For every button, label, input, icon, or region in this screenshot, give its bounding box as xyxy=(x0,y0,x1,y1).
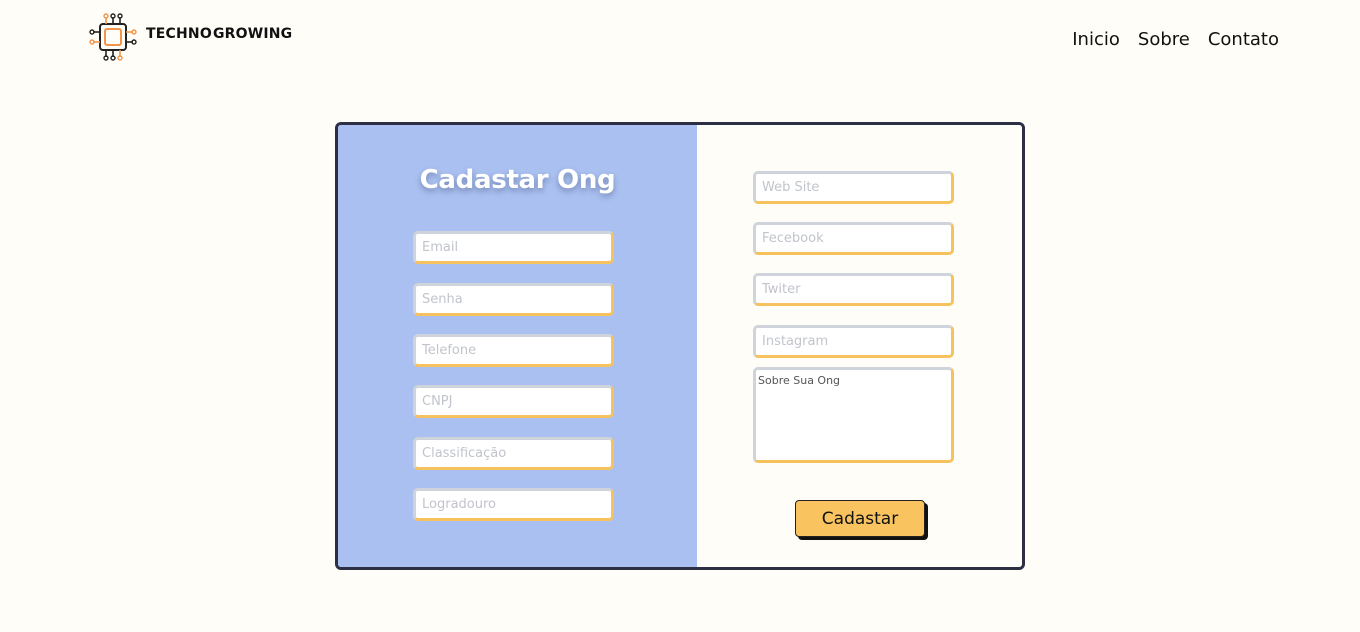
nav-link-contato[interactable]: Contato xyxy=(1208,29,1279,50)
brand-name-part2: GROWING xyxy=(212,26,293,42)
classification-field[interactable] xyxy=(413,437,614,470)
cnpj-field[interactable] xyxy=(413,385,614,418)
brand-name-part1: TECHNO xyxy=(146,26,212,42)
main-nav: Inicio Sobre Contato xyxy=(1072,29,1279,50)
email-field[interactable] xyxy=(413,231,614,264)
form-left-panel: Cadastar Ong xyxy=(338,125,697,567)
ong-registration-card: Cadastar Ong Cadastar xyxy=(335,122,1025,570)
form-right-panel: Cadastar xyxy=(697,125,1022,567)
facebook-field[interactable] xyxy=(753,222,954,255)
nav-link-sobre[interactable]: Sobre xyxy=(1138,29,1190,50)
brand-name: TECHNOGROWING xyxy=(146,26,292,42)
address-field[interactable] xyxy=(413,488,614,521)
website-field[interactable] xyxy=(753,171,954,204)
nav-link-inicio[interactable]: Inicio xyxy=(1072,29,1120,50)
password-field[interactable] xyxy=(413,283,614,316)
instagram-field[interactable] xyxy=(753,325,954,358)
chip-icon xyxy=(89,13,137,61)
submit-button[interactable]: Cadastar xyxy=(795,500,925,537)
brand-logo[interactable]: TECHNOGROWING xyxy=(88,12,292,62)
phone-field[interactable] xyxy=(413,334,614,367)
site-header: TECHNOGROWING Inicio Sobre Contato xyxy=(0,0,1360,80)
twitter-field[interactable] xyxy=(753,273,954,306)
about-ong-textarea[interactable] xyxy=(753,367,954,463)
form-title: Cadastar Ong xyxy=(419,165,616,195)
